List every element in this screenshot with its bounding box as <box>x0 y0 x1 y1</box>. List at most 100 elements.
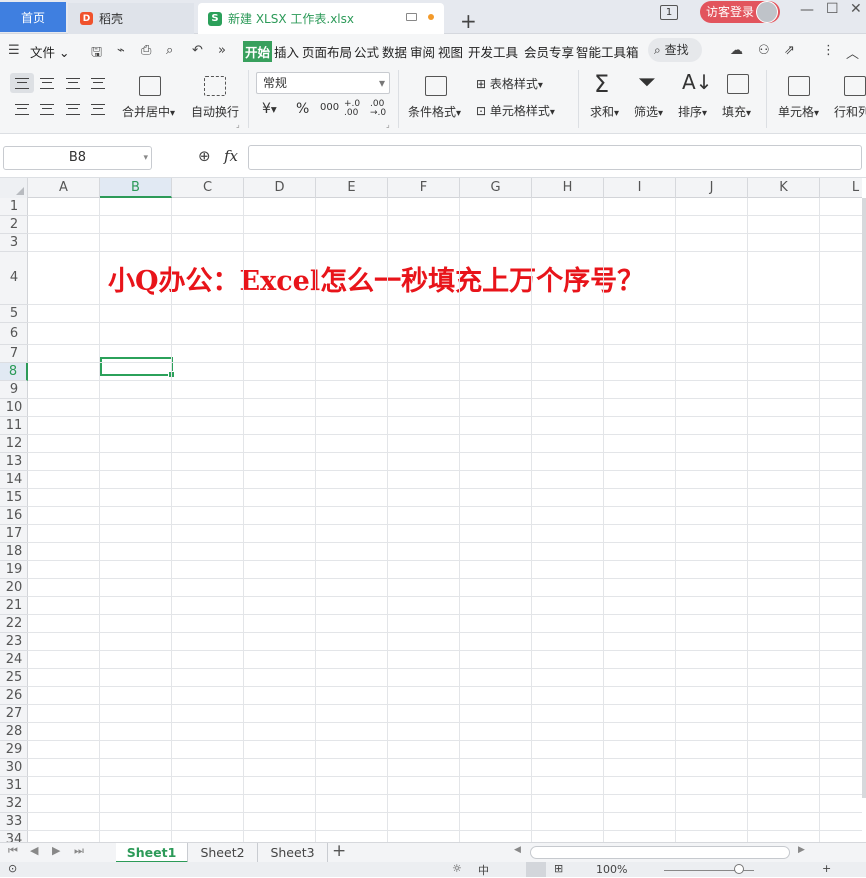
row-header[interactable]: 12 <box>0 435 28 453</box>
row-header[interactable]: 34 <box>0 831 28 842</box>
tab-home[interactable]: 首页 <box>0 2 66 32</box>
add-sheet-button[interactable]: + <box>332 841 346 861</box>
save-icon[interactable]: 🖫 <box>91 43 102 65</box>
column-header[interactable]: K <box>748 178 820 198</box>
row-header[interactable]: 32 <box>0 795 28 813</box>
window-count-badge[interactable]: 1 <box>660 5 678 20</box>
normal-view-button[interactable] <box>526 862 546 877</box>
row-header[interactable]: 5 <box>0 305 28 323</box>
align-middle-icon[interactable] <box>40 78 54 89</box>
print-preview-icon[interactable]: ⌕ <box>166 43 173 58</box>
more-quick-icon[interactable]: » <box>218 43 226 58</box>
column-header[interactable]: A <box>28 178 100 198</box>
sum-button[interactable]: 求和▾ <box>590 103 619 120</box>
row-header[interactable]: 28 <box>0 723 28 741</box>
row-header[interactable]: 17 <box>0 525 28 543</box>
menu-start[interactable]: 开始 <box>243 41 273 62</box>
percent-button[interactable]: % <box>296 101 309 117</box>
row-header[interactable]: 30 <box>0 759 28 777</box>
zoom-slider-handle[interactable] <box>734 864 744 874</box>
cell-button[interactable]: 单元格▾ <box>778 103 819 120</box>
row-header[interactable]: 29 <box>0 741 28 759</box>
macro-record-icon[interactable]: ⊙ <box>8 862 17 875</box>
horizontal-scrollbar[interactable] <box>530 846 790 859</box>
cell-area[interactable]: 小Q办公：Excel怎么一秒填充上万个序号？ <box>28 198 862 842</box>
align-right-icon[interactable] <box>66 104 80 115</box>
name-box[interactable]: B8 ▾ <box>3 146 152 170</box>
decrease-decimal-button[interactable]: .00 →.0 <box>370 100 390 118</box>
menu-page-layout[interactable]: 页面布局 <box>302 42 352 61</box>
row-header[interactable]: 21 <box>0 597 28 615</box>
menu-dev-tools[interactable]: 开发工具 <box>468 42 518 61</box>
column-header[interactable]: C <box>172 178 244 198</box>
row-header[interactable]: 2 <box>0 216 28 234</box>
thousands-button[interactable]: 000 <box>320 102 339 113</box>
row-header[interactable]: 19 <box>0 561 28 579</box>
sheet-title-text[interactable]: 小Q办公：Excel怎么一秒填充上万个序号？ <box>108 259 644 298</box>
cell-style-button[interactable]: ⊡ 单元格样式▾ <box>476 102 555 119</box>
row-header[interactable]: 7 <box>0 345 28 363</box>
column-header[interactable]: L <box>820 178 862 198</box>
row-col-button[interactable]: 行和列 <box>834 103 866 120</box>
share-icon[interactable]: ⇗ <box>784 43 795 58</box>
table-style-button[interactable]: ⊞ 表格样式▾ <box>476 75 543 92</box>
row-header[interactable]: 6 <box>0 323 28 345</box>
row-header[interactable]: 24 <box>0 651 28 669</box>
scroll-right-icon[interactable]: ▶ <box>798 845 805 855</box>
monitor-icon[interactable] <box>406 13 417 21</box>
row-header[interactable]: 14 <box>0 471 28 489</box>
row-header[interactable]: 23 <box>0 633 28 651</box>
hamburger-icon[interactable]: ☰ <box>8 43 20 58</box>
row-header[interactable]: 3 <box>0 234 28 252</box>
first-sheet-icon[interactable]: ⏮ <box>8 844 18 858</box>
function-button[interactable]: fx <box>224 147 238 165</box>
increase-decimal-button[interactable]: +.0 .00 <box>344 100 364 118</box>
sort-button[interactable]: 排序▾ <box>678 103 707 120</box>
column-header[interactable]: G <box>460 178 532 198</box>
align-left-icon[interactable] <box>15 104 29 115</box>
column-header[interactable]: E <box>316 178 388 198</box>
tab-daoke[interactable]: D 稻壳 <box>68 3 194 34</box>
formula-input[interactable] <box>248 145 862 170</box>
filter-button[interactable]: 筛选▾ <box>634 103 663 120</box>
selected-cell-b8[interactable] <box>100 357 175 378</box>
menu-insert[interactable]: 插入 <box>274 42 299 61</box>
row-header[interactable]: 22 <box>0 615 28 633</box>
row-header[interactable]: 10 <box>0 399 28 417</box>
menu-view[interactable]: 视图 <box>438 42 463 61</box>
prev-sheet-icon[interactable]: ◀ <box>30 844 38 857</box>
next-sheet-icon[interactable]: ▶ <box>52 844 60 857</box>
alignment-launcher-icon[interactable]: ⌟ <box>236 120 240 129</box>
column-header[interactable]: B <box>100 178 172 198</box>
column-header[interactable]: F <box>388 178 460 198</box>
new-tab-button[interactable]: + <box>460 5 477 36</box>
column-header[interactable]: H <box>532 178 604 198</box>
row-header[interactable]: 11 <box>0 417 28 435</box>
distributed-align-icon[interactable] <box>91 104 105 115</box>
menu-smart-toolbox[interactable]: 智能工具箱 <box>576 42 639 61</box>
row-header[interactable]: 25 <box>0 669 28 687</box>
row-header[interactable]: 13 <box>0 453 28 471</box>
column-header[interactable]: I <box>604 178 676 198</box>
page-layout-view-icon[interactable]: ⊞ <box>554 862 563 875</box>
row-header[interactable]: 18 <box>0 543 28 561</box>
undo-icon[interactable]: ↶ <box>192 43 203 58</box>
vertical-scrollbar[interactable] <box>862 198 866 798</box>
sheet-tab-2[interactable]: Sheet2 <box>188 843 258 863</box>
print-icon[interactable]: ⎙ <box>141 43 151 58</box>
zoom-level[interactable]: 100% <box>596 863 627 876</box>
collab-icon[interactable]: ⚇ <box>758 43 770 58</box>
eye-protect-icon[interactable]: ☼ <box>452 862 462 875</box>
menu-member[interactable]: 会员专享 <box>524 42 574 61</box>
row-header[interactable]: 31 <box>0 777 28 795</box>
zoom-search-icon[interactable]: ⊕ <box>198 147 211 165</box>
row-header[interactable]: 9 <box>0 381 28 399</box>
row-header[interactable]: 26 <box>0 687 28 705</box>
cloud-icon[interactable]: ☁ <box>730 43 743 58</box>
currency-button[interactable]: ¥▾ <box>262 101 277 117</box>
align-center-icon[interactable] <box>40 104 54 115</box>
zoom-in-icon[interactable]: + <box>822 862 831 875</box>
indent-decrease-icon[interactable] <box>66 78 80 89</box>
login-button[interactable]: 访客登录 <box>700 1 780 23</box>
menu-review[interactable]: 审阅 <box>410 42 435 61</box>
